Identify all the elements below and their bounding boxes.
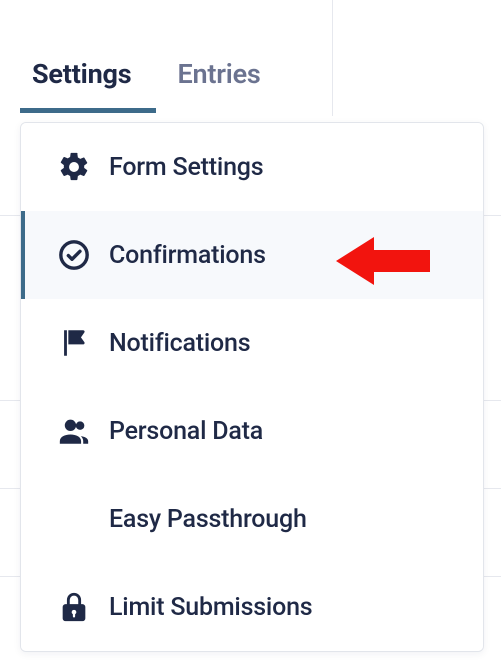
menu-item-easy-passthrough[interactable]: Easy Passthrough xyxy=(21,475,483,563)
tab-entries[interactable]: Entries xyxy=(177,58,260,90)
blank-icon xyxy=(57,502,91,536)
people-icon xyxy=(57,414,91,448)
menu-item-label: Confirmations xyxy=(109,241,266,270)
menu-item-personal-data[interactable]: Personal Data xyxy=(21,387,483,475)
menu-item-label: Limit Submissions xyxy=(109,593,312,622)
menu-item-form-settings[interactable]: Form Settings xyxy=(21,123,483,211)
settings-menu: Form Settings Confirmations Notification… xyxy=(20,122,484,652)
menu-item-limit-submissions[interactable]: Limit Submissions xyxy=(21,563,483,651)
check-circle-icon xyxy=(57,238,91,272)
menu-item-confirmations[interactable]: Confirmations xyxy=(21,211,483,299)
tab-underline xyxy=(20,108,156,113)
menu-item-notifications[interactable]: Notifications xyxy=(21,299,483,387)
menu-item-label: Easy Passthrough xyxy=(109,505,307,534)
flag-icon xyxy=(57,326,91,360)
lock-icon xyxy=(57,590,91,624)
menu-item-label: Form Settings xyxy=(109,153,263,182)
gear-icon xyxy=(57,150,91,184)
tab-settings[interactable]: Settings xyxy=(32,58,131,90)
header-tabs: Settings Entries xyxy=(0,0,501,114)
menu-item-label: Notifications xyxy=(109,329,250,358)
menu-item-label: Personal Data xyxy=(109,417,263,446)
